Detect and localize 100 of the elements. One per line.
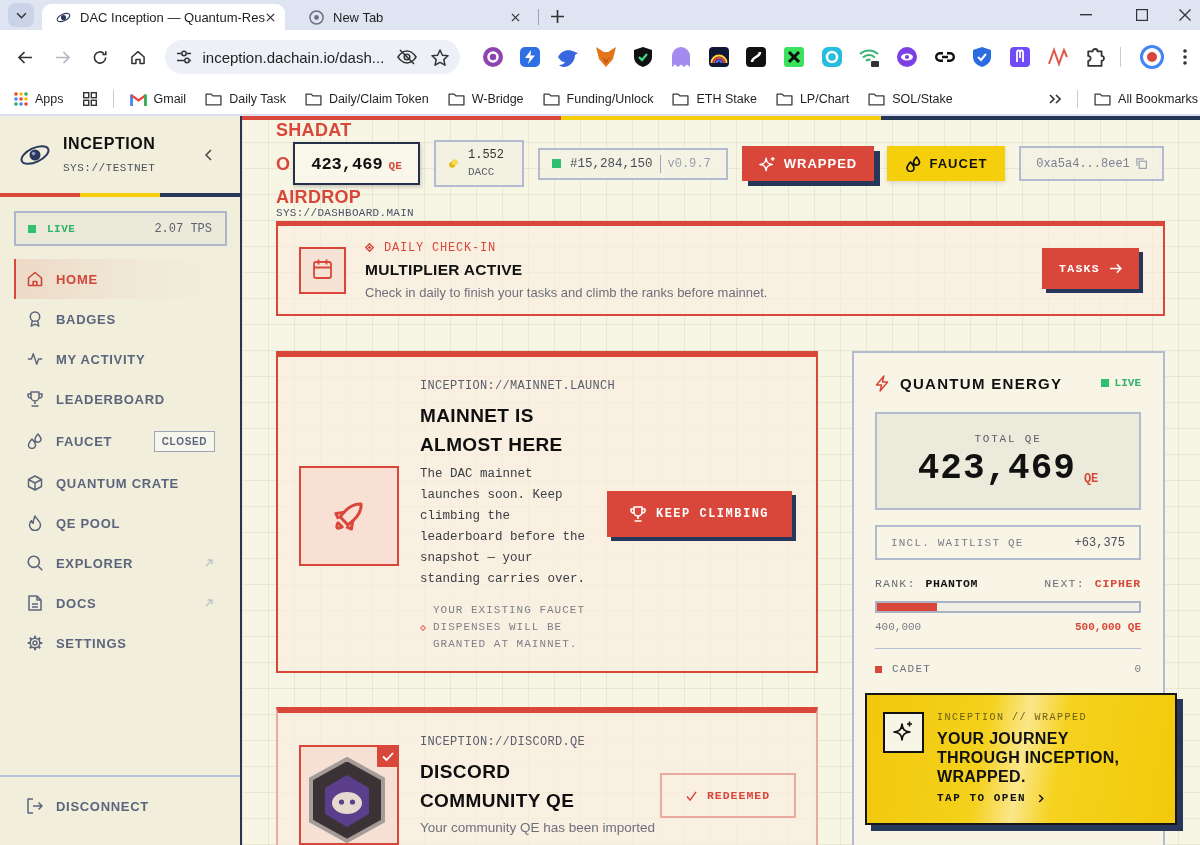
link-icon[interactable] [934, 52, 955, 62]
breadcrumb-text: SYS://DASHBOARD.MAIN [276, 207, 415, 220]
nav-item[interactable]: DOCS [14, 583, 227, 623]
cross-tile-icon[interactable] [784, 47, 804, 67]
wrapped-promo-card[interactable]: INCEPTION // WRAPPED YOUR JOURNEY THROUGH INCEPTION, WRAPPED. TAP TO OPEN [865, 693, 1183, 831]
ring-icon[interactable] [482, 47, 503, 67]
rank-label: RANK: [875, 577, 916, 590]
sliders-icon[interactable] [175, 50, 192, 64]
bookmark-folder[interactable]: SOL/Stake [868, 92, 953, 106]
reload-icon[interactable] [92, 49, 108, 65]
total-value: 423,469 [917, 449, 1076, 489]
nav-item[interactable]: QE POOL [14, 503, 227, 543]
orbit-icon [19, 143, 51, 166]
browser-tab[interactable]: DAC Inception — Quantum-Res [42, 4, 285, 30]
drops-icon [904, 155, 922, 172]
folder-icon [672, 92, 690, 106]
menu-icon[interactable] [1182, 49, 1187, 65]
nav-item[interactable]: FAUCET CLOSED [14, 419, 227, 463]
close-icon[interactable] [511, 12, 520, 22]
nav-item[interactable]: EXPLORER [14, 543, 227, 583]
live-label: LIVE [1114, 377, 1141, 389]
chevron-left-icon[interactable] [205, 148, 212, 161]
bookmark-folder[interactable]: LP/Chart [775, 92, 850, 106]
settings-icon [27, 635, 43, 651]
zigzag-icon[interactable] [1047, 47, 1068, 67]
maximize-icon[interactable] [1136, 9, 1148, 21]
bookmark-folder[interactable]: Daily/Claim Token [304, 92, 429, 106]
token-amount: 1.552 [468, 146, 504, 164]
shield-icon[interactable] [633, 47, 654, 67]
bookmark[interactable]: Gmail [129, 92, 187, 106]
close-icon[interactable] [266, 12, 275, 22]
tasks-button[interactable]: TASKS [1042, 247, 1143, 293]
bookmark-folder[interactable]: ETH Stake [672, 92, 757, 106]
bookmark-folder[interactable]: All Bookmarks [1094, 92, 1198, 106]
apps-grid-icon [14, 92, 28, 106]
block-number: #15,284,150 [570, 156, 653, 171]
faucet-button[interactable]: FAUCET [887, 146, 1005, 181]
live-label: LIVE [47, 222, 76, 235]
bookmark-folder[interactable]: Daily Task [205, 92, 286, 106]
tier-value: 0 [1134, 663, 1141, 675]
ghost-icon[interactable] [670, 47, 691, 67]
nav-item[interactable]: MY ACTIVITY [14, 339, 227, 379]
open-link[interactable]: TAP TO OPEN [937, 792, 1045, 804]
range-end: 500,000 QE [1075, 621, 1141, 633]
card-title: MULTIPLIER ACTIVE [365, 260, 523, 279]
wallet-address-button[interactable]: 0xa5a4...8ee1 [1019, 146, 1164, 181]
version-label: v0.9.7 [667, 156, 711, 171]
sparkle-icon [758, 155, 776, 172]
sparkle-icon [883, 712, 924, 753]
back-icon[interactable] [17, 49, 33, 65]
card-title: DISCORD COMMUNITY QE [420, 760, 576, 813]
chevron-double-icon[interactable] [1049, 94, 1062, 104]
total-unit: QE [1083, 472, 1099, 486]
eye-slash-icon[interactable] [396, 49, 417, 65]
orbit-icon [56, 11, 71, 23]
ring-tile-icon[interactable] [821, 47, 842, 67]
home-icon[interactable] [129, 49, 146, 65]
arches-tile-icon[interactable] [1010, 47, 1031, 67]
apps-bookmark[interactable]: Apps [14, 92, 64, 106]
address-bar[interactable]: inception.dachain.io/dash... [164, 40, 460, 74]
wifi-lock-icon[interactable] [859, 47, 880, 67]
promo-label: INCEPTION // WRAPPED [937, 712, 1088, 724]
curve-tile-icon[interactable] [746, 47, 767, 67]
disconnect-button[interactable]: DISCONNECT [27, 798, 149, 814]
tab-list-button[interactable] [8, 3, 34, 27]
mail-icon [129, 92, 147, 106]
star-icon[interactable] [430, 48, 449, 66]
status-badge: CLOSED [153, 430, 215, 452]
bolt-tile-icon[interactable] [520, 47, 541, 67]
coins-icon [449, 159, 458, 168]
diamond-icon [365, 243, 374, 252]
bookmark-folder[interactable]: Funding/Unlock [542, 92, 654, 106]
minimize-icon[interactable] [1080, 14, 1092, 16]
wrapped-button[interactable]: WRAPPED [742, 146, 880, 186]
nav-item[interactable]: QUANTUM CRATE [14, 463, 227, 503]
folder-icon [1094, 92, 1112, 106]
ribbon-icon [27, 311, 43, 327]
avatar-icon[interactable] [1139, 45, 1164, 69]
bookmark-folder[interactable]: W-Bridge [447, 92, 524, 106]
grid-icon[interactable] [82, 92, 97, 106]
total-label: TOTAL QE [974, 433, 1042, 445]
nav-item[interactable]: BADGES [14, 299, 227, 339]
drops-icon [27, 433, 43, 449]
card-title: MAINNET IS ALMOST HERE [420, 404, 564, 457]
browser-tab[interactable]: New Tab [295, 4, 530, 30]
trophy-icon [27, 391, 43, 407]
folder-icon [304, 92, 322, 106]
plus-icon[interactable] [551, 10, 564, 23]
keep-climbing-button[interactable]: KEEP CLIMBING [607, 491, 796, 541]
heading-text: SHADAT [276, 120, 352, 140]
nav-item[interactable]: LEADERBOARD [14, 379, 227, 419]
extensions-icon[interactable] [1085, 47, 1106, 67]
nav-item[interactable]: SETTINGS [14, 623, 227, 663]
fox-icon[interactable] [595, 47, 616, 67]
close-icon[interactable] [1179, 9, 1191, 21]
eye-icon[interactable] [897, 47, 918, 67]
rank-value: PHANTOM [925, 577, 979, 590]
bird-icon[interactable] [557, 47, 578, 67]
rainbow-tile-icon[interactable] [708, 47, 729, 67]
waitlist-label: INCL. WAITLIST QE [891, 536, 1024, 549]
